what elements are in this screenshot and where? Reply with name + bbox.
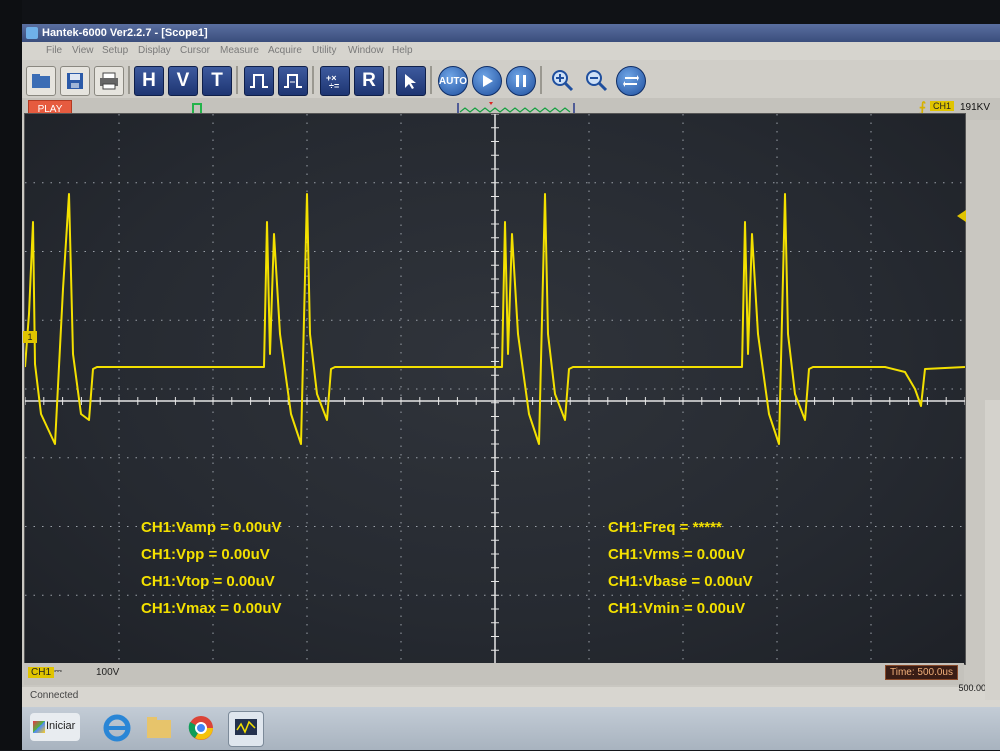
cursor-icon[interactable] [396, 66, 426, 96]
pulse-icon[interactable] [244, 66, 274, 96]
toolbar-separator [540, 66, 542, 94]
measure-vpp: CH1:Vpp = 0.00uV [141, 546, 270, 563]
swap-icon[interactable] [616, 66, 646, 96]
dc-coupling-icon: ⎓ [54, 666, 62, 677]
auto-button[interactable]: AUTO [438, 66, 468, 96]
trigger-button[interactable]: T [202, 66, 232, 96]
monitor-bezel-left [0, 0, 22, 750]
trigger-channel-badge: CH1 [929, 101, 954, 111]
scope-status-bar: CH1 ⎓ 100V Time: 500.0us [24, 663, 964, 685]
measure-vamp: CH1:Vamp = 0.00uV [141, 519, 282, 536]
measure-vbase: CH1:Vbase = 0.00uV [608, 573, 753, 590]
vertical-button[interactable]: V [168, 66, 198, 96]
menu-setup[interactable]: Setup [102, 42, 128, 60]
start-button[interactable]: Iniciar [30, 713, 80, 741]
ch1-volts-per-div: 100V [96, 667, 120, 678]
menu-file[interactable]: File [46, 42, 62, 60]
ch1-ground-marker[interactable]: 1 [23, 331, 37, 343]
hantek-task-icon[interactable] [228, 711, 264, 747]
open-folder-icon[interactable] [26, 66, 56, 96]
internet-explorer-icon[interactable] [100, 711, 134, 745]
measure-vmax: CH1:Vmax = 0.00uV [141, 600, 282, 617]
menu-display[interactable]: Display [138, 42, 171, 60]
toolbar-separator [128, 66, 130, 94]
connection-status: Connected [30, 690, 79, 701]
print-icon[interactable] [94, 66, 124, 96]
windows-logo-icon [33, 721, 45, 733]
measure-freq: CH1:Freq = ***** [608, 519, 722, 536]
pause-icon[interactable] [506, 66, 536, 96]
monitor-bezel-top [0, 0, 1000, 24]
window-title: Hantek-6000 Ver2.2.7 - [Scope1] [42, 27, 208, 39]
chrome-icon[interactable] [184, 711, 218, 745]
ch1-badge[interactable]: CH1 [28, 667, 55, 678]
menu-view[interactable]: View [72, 42, 94, 60]
svg-text:÷=: ÷= [329, 81, 339, 90]
start-label: Iniciar [46, 720, 76, 732]
trigger-level-readout: 191KV [959, 102, 990, 113]
menu-acquire[interactable]: Acquire [268, 42, 302, 60]
toolbar-separator [430, 66, 432, 94]
statusbar: Connected 500.00KS [22, 683, 1000, 707]
trigger-level-marker[interactable] [957, 210, 966, 222]
timebase-readout: Time: 500.0us [885, 665, 958, 680]
math-icon[interactable]: +× ÷= [320, 66, 350, 96]
menu-utility[interactable]: Utility [312, 42, 336, 60]
taskbar: Iniciar [22, 707, 1000, 750]
menu-help[interactable]: Help [392, 42, 413, 60]
zoom-out-icon[interactable] [582, 66, 610, 94]
file-explorer-icon[interactable] [142, 711, 176, 745]
play-icon[interactable] [472, 66, 502, 96]
measure-vtop: CH1:Vtop = 0.00uV [141, 573, 275, 590]
pulse-measure-icon[interactable] [278, 66, 308, 96]
toolbar-separator [312, 66, 314, 94]
menu-measure[interactable]: Measure [220, 42, 259, 60]
measure-vrms: CH1:Vrms = 0.00uV [608, 546, 746, 563]
toolbar: H V T +× ÷= R AUTO [22, 60, 1000, 99]
menu-window[interactable]: Window [348, 42, 384, 60]
horizontal-button[interactable]: H [134, 66, 164, 96]
app-icon [26, 27, 38, 39]
toolbar-separator [236, 66, 238, 94]
side-panel-edge [985, 400, 1000, 700]
zoom-in-icon[interactable] [548, 66, 576, 94]
scope-display[interactable]: CH1:Vamp = 0.00uV CH1:Vpp = 0.00uV CH1:V… [23, 113, 966, 665]
title-bar: Hantek-6000 Ver2.2.7 - [Scope1] [22, 24, 1000, 42]
toolbar-separator [388, 66, 390, 94]
measure-vmin: CH1:Vmin = 0.00uV [608, 600, 746, 617]
reference-button[interactable]: R [354, 66, 384, 96]
save-icon[interactable] [60, 66, 90, 96]
menu-bar: File View Setup Display Cursor Measure A… [22, 42, 1000, 60]
menu-cursor[interactable]: Cursor [180, 42, 210, 60]
